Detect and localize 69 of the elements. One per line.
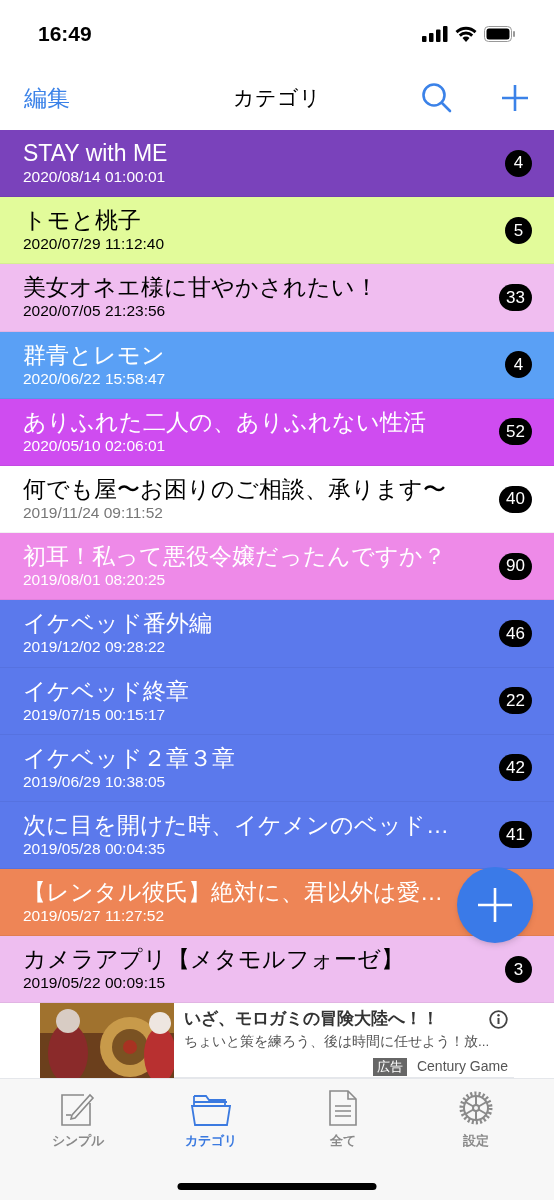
category-date: 2020/07/29 11:12:40 (23, 234, 165, 255)
count-badge: 46 (499, 619, 532, 647)
plus-icon (501, 84, 529, 112)
category-date: 2020/05/10 02:06:01 (23, 435, 166, 456)
plus-icon (477, 887, 513, 923)
category-title: カメラアプリ【メタモルフォーゼ】 (23, 945, 404, 974)
count-badge: 5 (505, 216, 532, 244)
category-title: STAY with ME (23, 139, 168, 168)
add-button[interactable] (500, 83, 530, 113)
ad-headline: いざ、モロガミの冒険大陸へ！！ (184, 1008, 439, 1031)
category-date: 2019/06/29 10:38:05 (23, 771, 166, 792)
count-badge: 22 (499, 687, 532, 715)
tab-bar-item[interactable]: カテゴリ (160, 1087, 261, 1151)
category-row[interactable]: イケベッド番外編 2019/12/02 09:28:22 46 (0, 600, 554, 668)
category-row[interactable]: カメラアプリ【メタモルフォーゼ】 2019/05/22 00:09:15 3 (0, 936, 554, 1004)
count-badge: 52 (499, 418, 532, 446)
category-title: イケベッド番外編 (23, 609, 212, 638)
category-title: イケベッド終章 (23, 676, 189, 705)
wifi-icon (455, 26, 477, 42)
category-date: 2019/08/01 08:20:25 (23, 570, 166, 591)
category-row[interactable]: 初耳！私って悪役令嬢だったんですか？ 2019/08/01 08:20:25 90 (0, 533, 554, 601)
search-button[interactable] (420, 81, 454, 115)
count-badge: 4 (505, 149, 532, 177)
count-badge: 90 (499, 552, 532, 580)
status-time: 16:49 (38, 21, 92, 48)
category-row[interactable]: ありふれた二人の、ありふれない性活 2020/05/10 02:06:01 52 (0, 398, 554, 466)
category-title: 次に目を開けた時、イケメンのベッド… (23, 810, 449, 839)
category-date: 2019/12/02 09:28:22 (23, 637, 166, 658)
category-title: 群青とレモン (23, 340, 165, 369)
edit-button[interactable]: 編集 (24, 80, 70, 116)
battery-icon (484, 26, 516, 42)
info-icon (489, 1009, 508, 1029)
folder-icon (190, 1093, 231, 1128)
category-date: 2020/06/22 15:58:47 (23, 368, 166, 389)
category-title: 何でも屋〜お困りのご相談、承ります〜 (23, 475, 446, 504)
category-row[interactable]: STAY with ME 2020/08/14 01:00:01 4 (0, 130, 554, 198)
category-row[interactable]: トモと桃子 2020/07/29 11:12:40 5 (0, 197, 554, 265)
advertiser-name: Century Game (416, 1057, 508, 1077)
search-icon (421, 82, 453, 114)
category-row[interactable]: イケベッド２章３章 2019/06/29 10:38:05 42 (0, 734, 554, 802)
category-date: 2020/07/05 21:23:56 (23, 301, 166, 322)
category-title: 【レンタル彼氏】絶対に、君以外は愛… (23, 878, 443, 907)
document-icon (328, 1089, 359, 1128)
ad-body: ちょいと策を練ろう、後は時間に任せよう！放... (184, 1032, 491, 1051)
count-badge: 40 (499, 485, 532, 513)
ad-banner[interactable]: いざ、モロガミの冒険大陸へ！！ ちょいと策を練ろう、後は時間に任せよう！放... 広告 Century Game (40, 1003, 514, 1079)
ad-label: 広告 (372, 1057, 407, 1076)
count-badge: 42 (499, 754, 532, 782)
category-date: 2019/05/22 00:09:15 (23, 973, 166, 994)
category-title: 初耳！私って悪役令嬢だったんですか？ (23, 542, 446, 571)
category-date: 2019/05/28 00:04:35 (23, 838, 166, 859)
category-title: トモと桃子 (23, 206, 141, 235)
signal-icon (422, 26, 448, 42)
count-badge: 41 (499, 821, 532, 849)
category-title: 美女オネエ様に甘やかされたい！ (23, 273, 378, 302)
category-date: 2019/05/27 11:27:52 (23, 906, 165, 927)
category-date: 2020/08/14 01:00:01 (23, 167, 166, 188)
category-row[interactable]: イケベッド終章 2019/07/15 00:15:17 22 (0, 667, 554, 735)
count-badge: 33 (499, 283, 532, 311)
count-badge: 4 (505, 351, 532, 379)
category-date: 2019/11/24 09:11:52 (23, 503, 163, 524)
category-date: 2019/07/15 00:15:17 (23, 704, 166, 725)
category-title: イケベッド２章３章 (23, 743, 235, 772)
category-row[interactable]: 美女オネエ様に甘やかされたい！ 2020/07/05 21:23:56 33 (0, 264, 554, 332)
category-row[interactable]: 次に目を開けた時、イケメンのベッド… 2019/05/28 00:04:35 41 (0, 801, 554, 870)
category-row[interactable]: 群青とレモン 2020/06/22 15:58:47 4 (0, 331, 554, 399)
screen-title: カテゴリ (233, 85, 321, 112)
count-badge: 3 (505, 955, 532, 983)
category-title: ありふれた二人の、ありふれない性活 (23, 407, 426, 436)
